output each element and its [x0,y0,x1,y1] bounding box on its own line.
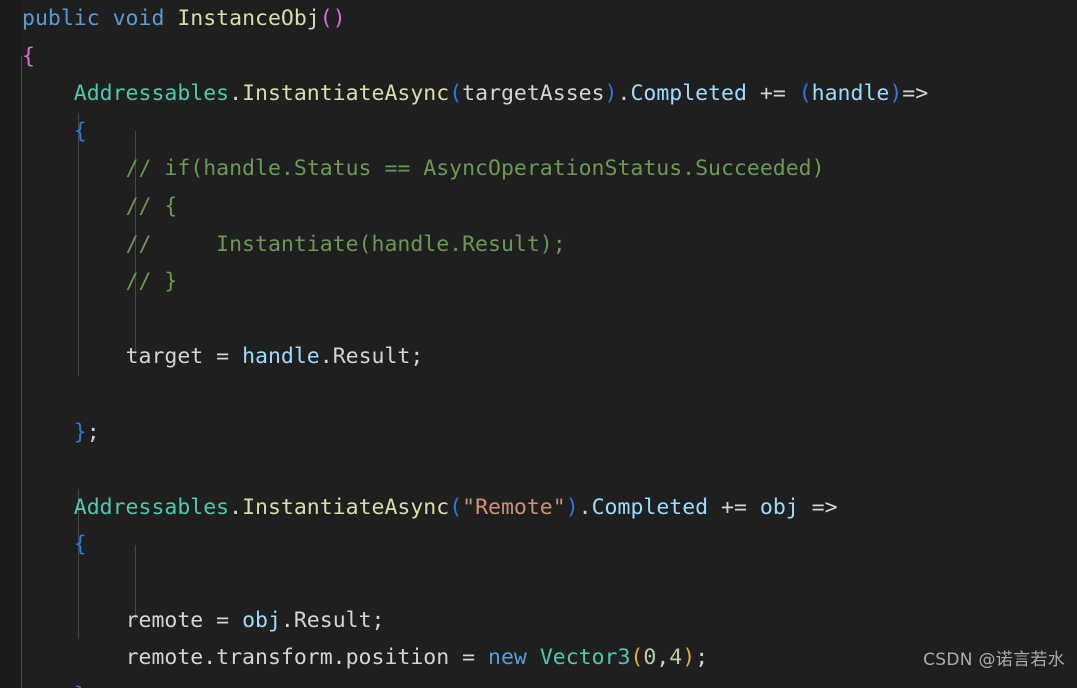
token-plain: += [708,494,760,520]
code-line[interactable]: target = handle.Result; [0,338,1077,376]
token-br-blue: ) [565,494,579,520]
token-fn: InstantiateAsync [242,81,450,107]
code-content[interactable]: public void InstanceObj(){ Addressables.… [0,0,1077,688]
token-plain: . [617,81,631,107]
token-plain: = [203,607,243,633]
token-plain: => [902,81,929,107]
code-line[interactable]: public void InstanceObj() [0,0,1077,38]
token-br-blue: ( [798,81,812,107]
code-line[interactable]: { [0,38,1077,76]
token-plain: . [229,81,243,107]
token-type: Vector3 [539,645,631,671]
token-plain: => [798,494,838,520]
token-br-pink: { [22,43,35,69]
token-br-blue: } [74,683,87,688]
token-cmt: // Instantiate(handle.Result); [125,231,566,257]
code-line[interactable]: remote.transform.position = new Vector3(… [0,639,1077,677]
code-line[interactable]: // { [0,188,1077,226]
code-line[interactable] [0,451,1077,489]
code-line[interactable]: // } [0,263,1077,301]
token-plain: = [449,645,489,671]
token-plain: += [746,81,799,107]
token-plain: . [229,494,243,520]
token-prop: Completed [630,81,747,107]
token-prop: handle [242,344,320,370]
token-br-blue: ) [604,81,618,107]
token-br-blue: } [73,419,87,445]
code-line[interactable]: }; [0,414,1077,452]
token-plain: , [656,645,670,671]
token-plain: remote.transform.position [125,645,450,671]
token-plain: target [125,344,204,370]
token-plain: ; [695,645,709,671]
token-plain: ; [86,419,100,445]
code-line[interactable]: // Instantiate(handle.Result); [0,226,1077,264]
token-prop: Completed [591,494,709,520]
csdn-watermark: CSDN @诺言若水 [923,650,1065,671]
token-br-blue: { [73,532,87,558]
token-br-blue: ) [889,81,903,107]
token-num: 4 [669,645,683,671]
token-fn: InstanceObj [177,6,320,31]
token-cmt: // { [125,193,178,219]
token-br-blue: ( [449,81,463,107]
token-br-blue: ( [449,494,463,520]
token-prop: obj [242,607,281,633]
token-kw: public void [22,6,178,31]
code-editor[interactable]: public void InstanceObj(){ Addressables.… [0,0,1077,688]
code-line[interactable] [0,301,1077,339]
token-cmt: // } [125,269,178,295]
token-plain: = [203,344,243,370]
code-line[interactable]: Addressables.InstantiateAsync("Remote").… [0,489,1077,527]
token-plain: targetAsses [462,81,605,107]
token-plain: . [578,494,592,520]
token-plain: .Result; [319,344,424,370]
token-br-blue: { [73,118,87,144]
code-line[interactable]: remote = obj.Result; [0,602,1077,640]
code-line[interactable]: }; [0,677,1077,688]
token-prop: handle [811,81,890,107]
token-plain: remote [125,607,204,633]
token-num: 0 [643,645,657,671]
code-line[interactable]: { [0,526,1077,564]
token-type: Addressables [73,81,230,107]
code-line[interactable] [0,376,1077,414]
token-cmt: // if(handle.Status == AsyncOperationSta… [125,156,825,182]
code-line[interactable]: // if(handle.Status == AsyncOperationSta… [0,150,1077,188]
token-prop: obj [759,494,799,520]
token-br-pink: () [319,6,346,31]
token-str: "Remote" [462,494,566,520]
token-plain: ; [87,683,100,688]
code-line[interactable]: Addressables.InstantiateAsync(targetAsse… [0,75,1077,113]
code-line[interactable]: { [0,113,1077,151]
code-line[interactable] [0,564,1077,602]
token-type: Addressables [73,494,230,520]
token-br-yellow: ) [682,645,696,671]
token-plain: .Result; [280,607,385,633]
token-kw: new [488,645,527,671]
token-br-yellow: ( [630,645,644,671]
token-fn: InstantiateAsync [242,494,450,520]
